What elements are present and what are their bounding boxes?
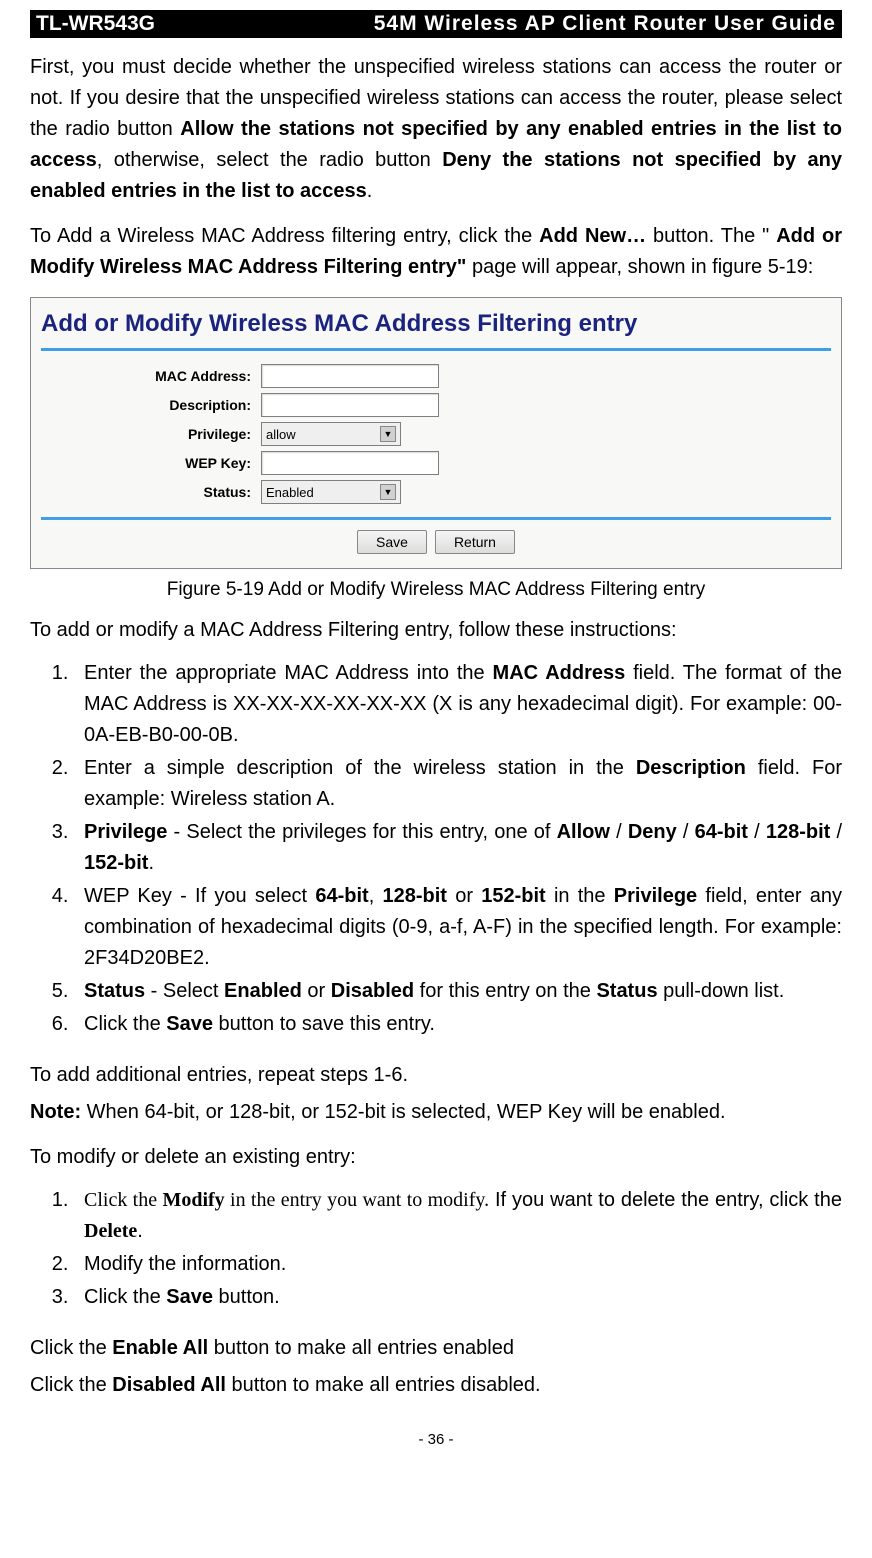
paragraph-3: To add or modify a MAC Address Filtering… (30, 615, 842, 646)
list-item: Click the Modify in the entry you want t… (74, 1185, 842, 1247)
status-value: Enabled (266, 485, 314, 500)
form-row-status: Status: Enabled ▼ (41, 480, 831, 504)
save-button[interactable]: Save (357, 530, 427, 554)
figure-caption: Figure 5-19 Add or Modify Wireless MAC A… (30, 579, 842, 601)
figure-screenshot: Add or Modify Wireless MAC Address Filte… (30, 297, 842, 569)
description-input[interactable] (261, 393, 439, 417)
wepkey-label: WEP Key: (41, 455, 261, 471)
list-item: Click the Save button to save this entry… (74, 1009, 842, 1040)
paragraph-1: First, you must decide whether the unspe… (30, 52, 842, 207)
list-item: Enter the appropriate MAC Address into t… (74, 658, 842, 751)
list-item: WEP Key - If you select 64-bit, 128-bit … (74, 881, 842, 974)
mac-address-label: MAC Address: (41, 368, 261, 384)
form-row-mac: MAC Address: (41, 364, 831, 388)
paragraph-5: Note: When 64-bit, or 128-bit, or 152-bi… (30, 1097, 842, 1128)
paragraph-8: Click the Disabled All button to make al… (30, 1370, 842, 1401)
figure-title: Add or Modify Wireless MAC Address Filte… (41, 306, 831, 351)
list-item: Click the Save button. (74, 1282, 842, 1313)
list-item: Enter a simple description of the wirele… (74, 753, 842, 815)
privilege-select[interactable]: allow ▼ (261, 422, 401, 446)
header-model: TL-WR543G (36, 12, 155, 36)
paragraph-4: To add additional entries, repeat steps … (30, 1060, 842, 1091)
dropdown-arrow-icon: ▼ (380, 426, 396, 442)
instruction-list-2: Click the Modify in the entry you want t… (30, 1185, 842, 1313)
dropdown-arrow-icon: ▼ (380, 484, 396, 500)
form-row-privilege: Privilege: allow ▼ (41, 422, 831, 446)
mac-address-input[interactable] (261, 364, 439, 388)
wepkey-input[interactable] (261, 451, 439, 475)
paragraph-2: To Add a Wireless MAC Address filtering … (30, 221, 842, 283)
description-label: Description: (41, 397, 261, 413)
privilege-label: Privilege: (41, 426, 261, 442)
list-item: Modify the information. (74, 1249, 842, 1280)
form-row-wepkey: WEP Key: (41, 451, 831, 475)
page-header-bar: TL-WR543G 54M Wireless AP Client Router … (30, 10, 842, 38)
paragraph-6: To modify or delete an existing entry: (30, 1142, 842, 1173)
form-row-description: Description: (41, 393, 831, 417)
instruction-list-1: Enter the appropriate MAC Address into t… (30, 658, 842, 1040)
status-select[interactable]: Enabled ▼ (261, 480, 401, 504)
status-label: Status: (41, 484, 261, 500)
list-item: Status - Select Enabled or Disabled for … (74, 976, 842, 1007)
paragraph-7: Click the Enable All button to make all … (30, 1333, 842, 1364)
privilege-value: allow (266, 427, 296, 442)
return-button[interactable]: Return (435, 530, 515, 554)
page-number: - 36 - (30, 1431, 842, 1458)
list-item: Privilege - Select the privileges for th… (74, 817, 842, 879)
header-title: 54M Wireless AP Client Router User Guide (374, 12, 836, 36)
